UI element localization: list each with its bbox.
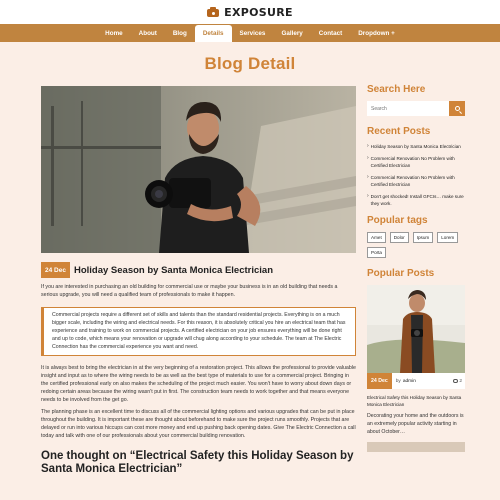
recent-posts-list: › Holiday Season by Santa Monica Electri… xyxy=(367,143,465,207)
nav-item-blog[interactable]: Blog xyxy=(165,24,195,42)
popular-post-image-2[interactable] xyxy=(367,442,465,452)
chevron-right-icon: › xyxy=(367,193,369,199)
chevron-right-icon: › xyxy=(367,174,369,180)
tag-lorem[interactable]: Lorem xyxy=(437,232,459,243)
comments-heading: One thought on “Electrical Safety this H… xyxy=(41,450,354,475)
popular-posts-heading: Popular Posts xyxy=(367,268,435,279)
nav-item-home[interactable]: Home xyxy=(97,24,131,42)
search-input[interactable] xyxy=(367,101,449,116)
recent-posts-heading: Recent Posts xyxy=(367,126,431,137)
page-title: Blog Detail xyxy=(204,54,296,73)
popular-post-date: 24 Dec xyxy=(367,373,392,389)
tag-amet[interactable]: Amet xyxy=(367,232,386,243)
search-form xyxy=(367,101,465,116)
search-button[interactable] xyxy=(449,101,465,116)
main-nav: Home About Blog Details Services Gallery… xyxy=(0,24,500,42)
post-paragraph-1: It is always best to bring the electrici… xyxy=(41,365,356,403)
tag-ipsum[interactable]: Ipsum xyxy=(412,232,434,243)
popular-post-comments[interactable]: 2 xyxy=(453,379,462,384)
sidebar: Search Here Recent Posts › Holiday Seaso… xyxy=(367,84,465,452)
post-hero-image xyxy=(41,86,356,253)
recent-post-link[interactable]: Commercial Renovation No Problem with Ce… xyxy=(371,174,465,188)
post-title: Holiday Season by Santa Monica Electrici… xyxy=(73,264,274,276)
blog-post: 24 Dec Holiday Season by Santa Monica El… xyxy=(41,86,356,476)
popular-post-title[interactable]: Electrical Safety this Holiday Season by… xyxy=(367,394,465,408)
popular-post-meta: 24 Dec by admin 2 xyxy=(367,373,465,389)
post-blockquote: Commercial projects require a different … xyxy=(41,307,356,356)
tag-dolor[interactable]: Dolor xyxy=(389,232,409,243)
camera-icon xyxy=(207,7,220,17)
chevron-right-icon: › xyxy=(367,143,369,149)
popular-post-image[interactable] xyxy=(367,285,465,373)
site-header: EXPOSURE xyxy=(0,0,500,24)
popular-post-by: by xyxy=(395,378,401,384)
recent-post-item[interactable]: › Commercial Renovation No Problem with … xyxy=(367,155,465,169)
post-date-badge: 24 Dec xyxy=(41,262,70,278)
comment-icon xyxy=(453,379,459,383)
nav-item-about[interactable]: About xyxy=(131,24,165,42)
popular-tags-heading: Popular tags xyxy=(367,215,428,226)
nav-item-gallery[interactable]: Gallery xyxy=(273,24,310,42)
site-logo-text[interactable]: EXPOSURE xyxy=(224,6,293,19)
chevron-right-icon: › xyxy=(367,155,369,161)
popular-post-author[interactable]: admin xyxy=(403,379,416,384)
nav-item-contact[interactable]: Contact xyxy=(311,24,350,42)
post-header: 24 Dec Holiday Season by Santa Monica El… xyxy=(41,262,356,278)
recent-post-link[interactable]: Commercial Renovation No Problem with Ce… xyxy=(371,155,465,169)
post-intro: If you are interested in purchasing an o… xyxy=(41,284,338,298)
nav-item-dropdown[interactable]: Dropdown + xyxy=(350,24,403,42)
tag-porta[interactable]: Porta xyxy=(367,247,386,258)
search-heading: Search Here xyxy=(367,84,426,95)
recent-post-item[interactable]: › Commercial Renovation No Problem with … xyxy=(367,174,465,188)
comment-count: 2 xyxy=(459,378,462,384)
tag-cloud: Amet Dolor Ipsum Lorem Porta xyxy=(367,232,465,258)
recent-post-link[interactable]: Don't get shocked! Install GFCIs… make s… xyxy=(371,193,465,207)
recent-post-item[interactable]: › Don't get shocked! Install GFCIs… make… xyxy=(367,193,465,207)
popular-post-excerpt: Decorating your home and the outdoors is… xyxy=(367,413,464,435)
nav-item-services[interactable]: Services xyxy=(232,24,274,42)
recent-post-link[interactable]: Holiday Season by Santa Monica Electrici… xyxy=(371,143,461,150)
nav-item-details[interactable]: Details xyxy=(194,25,232,42)
search-icon xyxy=(454,106,460,111)
post-paragraph-2: The planning phase is an excellent time … xyxy=(41,409,356,439)
recent-post-item[interactable]: › Holiday Season by Santa Monica Electri… xyxy=(367,143,465,150)
